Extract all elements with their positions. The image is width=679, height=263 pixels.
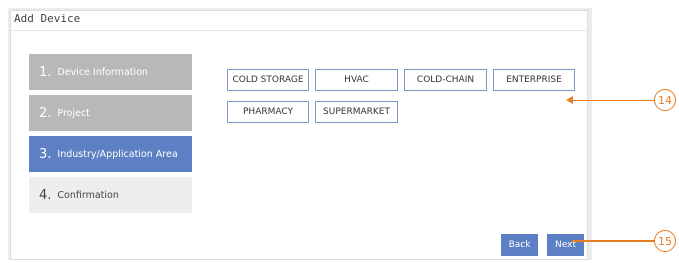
- step-project[interactable]: 2. Project: [29, 95, 192, 131]
- callout-marker: 14: [654, 89, 676, 111]
- back-button[interactable]: Back: [501, 234, 538, 256]
- step-industry-application-area[interactable]: 3. Industry/Application Area: [29, 136, 192, 172]
- area-option-supermarket[interactable]: SUPERMARKET: [315, 101, 398, 123]
- step-label: Device Information: [57, 66, 148, 78]
- title-divider: [10, 30, 588, 31]
- callout-line: [572, 240, 654, 242]
- area-option-cold-chain[interactable]: COLD-CHAIN: [404, 69, 487, 91]
- step-number: 2.: [39, 105, 52, 121]
- add-device-dialog: [10, 10, 588, 260]
- step-device-information[interactable]: 1. Device Information: [29, 54, 192, 90]
- area-option-pharmacy[interactable]: PHARMACY: [227, 101, 309, 123]
- step-number: 4.: [39, 187, 52, 203]
- step-number: 1.: [39, 64, 52, 80]
- dialog-title: Add Device: [14, 12, 81, 25]
- next-button[interactable]: Next: [547, 234, 584, 256]
- callout-marker: 15: [654, 230, 676, 252]
- step-label: Confirmation: [57, 189, 119, 201]
- area-option-enterprise[interactable]: ENTERPRISE: [493, 69, 575, 91]
- step-label: Industry/Application Area: [57, 148, 178, 160]
- callout-line: [572, 99, 654, 101]
- area-option-hvac[interactable]: HVAC: [315, 69, 398, 91]
- step-confirmation[interactable]: 4. Confirmation: [29, 177, 192, 213]
- step-label: Project: [57, 107, 90, 119]
- area-option-cold-storage[interactable]: COLD STORAGE: [227, 69, 309, 91]
- step-number: 3.: [39, 146, 52, 162]
